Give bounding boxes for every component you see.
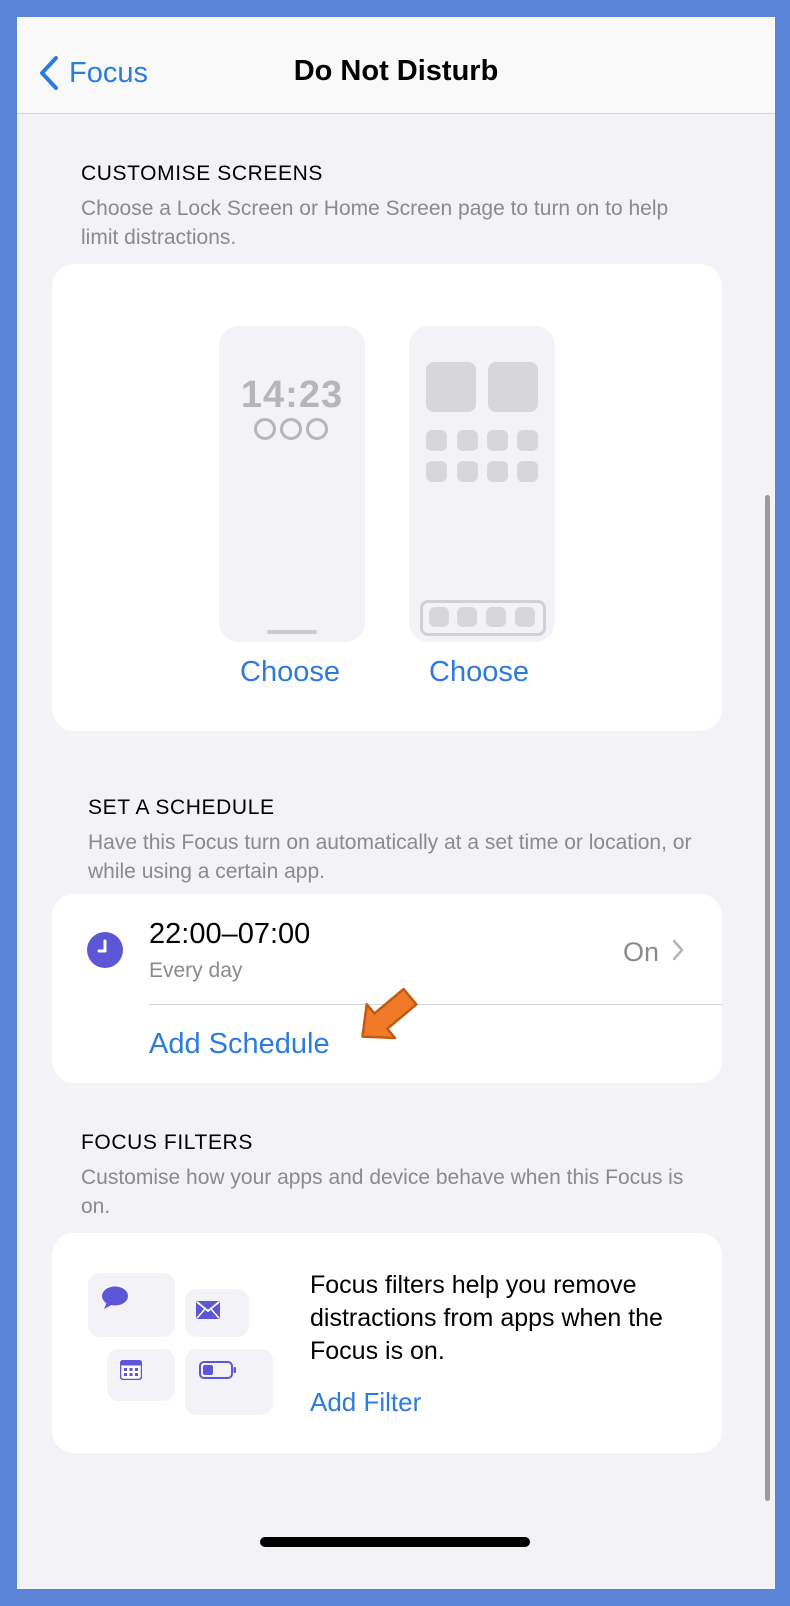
- app-icon-placeholder: [457, 430, 478, 451]
- home-screen-preview[interactable]: [409, 326, 555, 642]
- customise-screens-heading: CUSTOMISE SCREENS: [81, 162, 324, 185]
- home-widget: [488, 362, 538, 412]
- calendar-filter-tile: [107, 1349, 175, 1401]
- lock-screen-home-bar: [267, 630, 317, 634]
- app-icon-placeholder: [426, 430, 447, 451]
- schedule-time-range: 22:00–07:00: [149, 918, 311, 950]
- choose-lock-screen-button[interactable]: Choose: [240, 656, 340, 689]
- customise-screens-description: Choose a Lock Screen or Home Screen page…: [81, 197, 669, 249]
- app-icon-placeholder: [457, 461, 478, 482]
- add-filter-button[interactable]: Add Filter: [310, 1387, 421, 1418]
- app-icon-placeholder: [517, 461, 538, 482]
- annotation-arrow-icon: [361, 987, 418, 1040]
- calendar-icon: [120, 1360, 142, 1380]
- page-title: Do Not Disturb: [293, 55, 499, 87]
- schedule-heading: SET A SCHEDULE: [88, 796, 275, 819]
- app-icon-placeholder: [517, 430, 538, 451]
- divider: [149, 1004, 722, 1005]
- lock-screen-widgets: [254, 418, 328, 440]
- app-icon-placeholder: [426, 461, 447, 482]
- schedule-description: Have this Focus turn on automatically at…: [88, 831, 692, 883]
- app-icon-placeholder: [487, 461, 508, 482]
- schedule-state: On: [622, 937, 659, 967]
- mail-icon: [196, 1301, 220, 1319]
- focus-filters-description: Customise how your apps and device behav…: [81, 1166, 684, 1218]
- message-bubble-icon: [102, 1286, 128, 1309]
- chevron-right-icon: [672, 939, 684, 961]
- focus-filters-heading: FOCUS FILTERS: [81, 1131, 253, 1154]
- clock-icon: [87, 932, 123, 968]
- home-widget: [426, 362, 476, 412]
- focus-filters-info: Focus filters help you remove distractio…: [310, 1271, 663, 1365]
- home-indicator[interactable]: [260, 1537, 530, 1547]
- schedule-repeat: Every day: [149, 959, 243, 982]
- home-screen-dock: [420, 600, 546, 636]
- battery-icon: [199, 1361, 236, 1379]
- scroll-indicator[interactable]: [765, 495, 770, 1501]
- lock-screen-time: 14:23: [240, 374, 344, 416]
- add-schedule-button[interactable]: Add Schedule: [149, 1028, 330, 1061]
- lock-screen-preview[interactable]: 14:23: [219, 326, 365, 642]
- focus-filters-card: Focus filters help you remove distractio…: [52, 1233, 722, 1453]
- app-icon-placeholder: [487, 430, 508, 451]
- battery-filter-tile: [185, 1349, 273, 1415]
- navigation-bar: Focus Do Not Disturb: [17, 17, 775, 114]
- choose-home-screen-button[interactable]: Choose: [429, 656, 529, 689]
- customise-screens-card: 14:23 Choose Choose: [52, 264, 722, 731]
- mail-filter-tile: [185, 1289, 249, 1337]
- screen: Focus Do Not Disturb CUSTOMISE SCREENS C…: [17, 17, 775, 1589]
- message-filter-tile: [88, 1273, 175, 1337]
